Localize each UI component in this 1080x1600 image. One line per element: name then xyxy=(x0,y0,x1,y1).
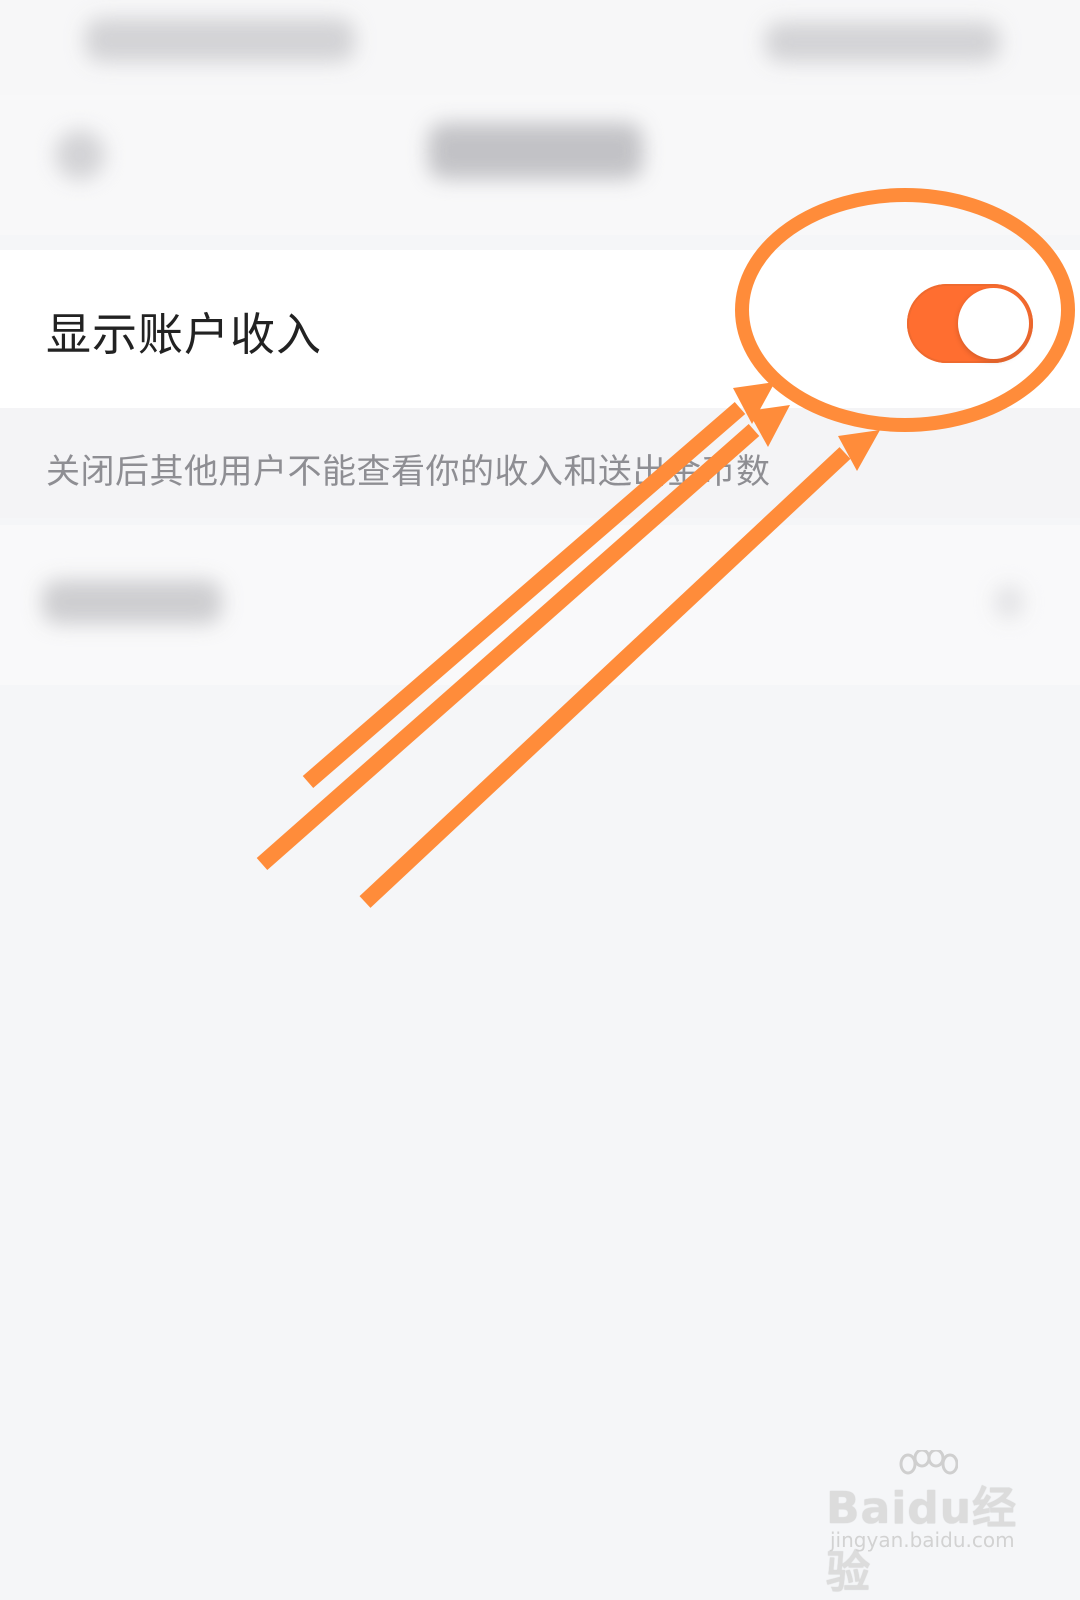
annotation-overlay xyxy=(256,188,1075,908)
blurred-status-left xyxy=(85,18,355,62)
blurred-chevron-icon xyxy=(995,585,1023,619)
show-income-toggle[interactable] xyxy=(907,284,1033,363)
setting-label-show-income: 显示账户收入 xyxy=(46,308,323,361)
status-bar xyxy=(0,0,1080,95)
toggle-knob xyxy=(958,288,1029,359)
blurred-next-setting-row[interactable] xyxy=(0,525,1080,685)
settings-screen: 显示账户收入 关闭后其他用户不能查看你的收入和送出金币数 Baidu经验 jin… xyxy=(0,0,1080,1598)
nav-bar xyxy=(0,95,1080,235)
blurred-next-setting-label xyxy=(42,580,222,624)
blurred-page-title xyxy=(428,123,643,179)
baidu-jingyan-watermark: Baidu经验 jingyan.baidu.com xyxy=(826,1450,1026,1598)
setting-description: 关闭后其他用户不能查看你的收入和送出金币数 xyxy=(46,452,771,492)
watermark-url: jingyan.baidu.com xyxy=(830,1528,1015,1552)
blurred-status-right xyxy=(765,22,1000,62)
blurred-back-button[interactable] xyxy=(55,130,105,180)
